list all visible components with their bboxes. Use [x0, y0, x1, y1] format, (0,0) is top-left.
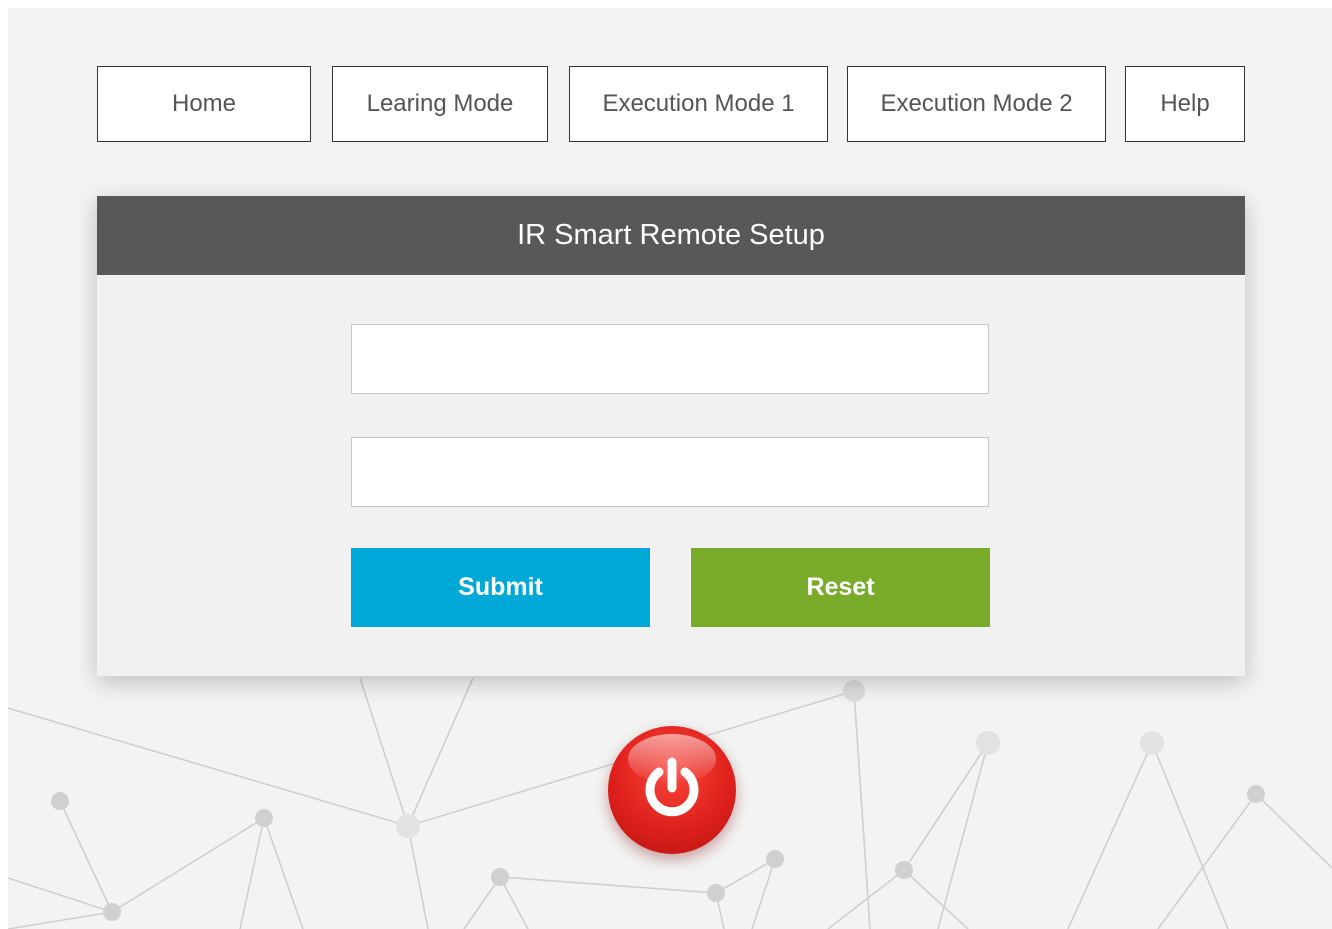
nav-help-button[interactable]: Help — [1125, 66, 1245, 142]
setup-input-1[interactable] — [351, 324, 989, 394]
power-button[interactable] — [608, 726, 736, 854]
power-icon — [645, 757, 699, 817]
nav-home-button[interactable]: Home — [97, 66, 311, 142]
nav-learning-mode-button[interactable]: Learing Mode — [332, 66, 548, 142]
setup-input-2[interactable] — [351, 437, 989, 507]
nav-execution-mode-2-button[interactable]: Execution Mode 2 — [847, 66, 1106, 142]
reset-button[interactable]: Reset — [691, 548, 990, 627]
nav-execution-mode-1-button[interactable]: Execution Mode 1 — [569, 66, 828, 142]
submit-button[interactable]: Submit — [351, 548, 650, 627]
setup-panel: IR Smart Remote Setup Submit Reset — [97, 196, 1245, 676]
page-background: Home Learing Mode Execution Mode 1 Execu… — [8, 8, 1332, 929]
panel-title: IR Smart Remote Setup — [97, 196, 1245, 275]
